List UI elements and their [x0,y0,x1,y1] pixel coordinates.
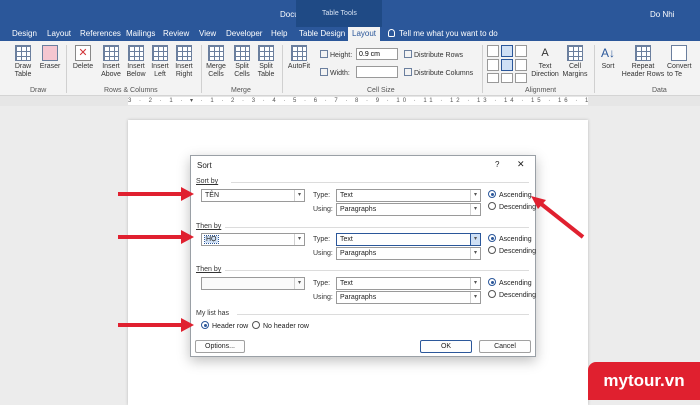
mytour-watermark: mytour.vn [588,362,700,400]
arrow-sort-by [118,187,194,201]
arrow-then-by [118,230,194,244]
arrow-header-row [118,318,194,332]
annotation-arrows [118,187,585,332]
arrow-ascending [531,196,585,239]
